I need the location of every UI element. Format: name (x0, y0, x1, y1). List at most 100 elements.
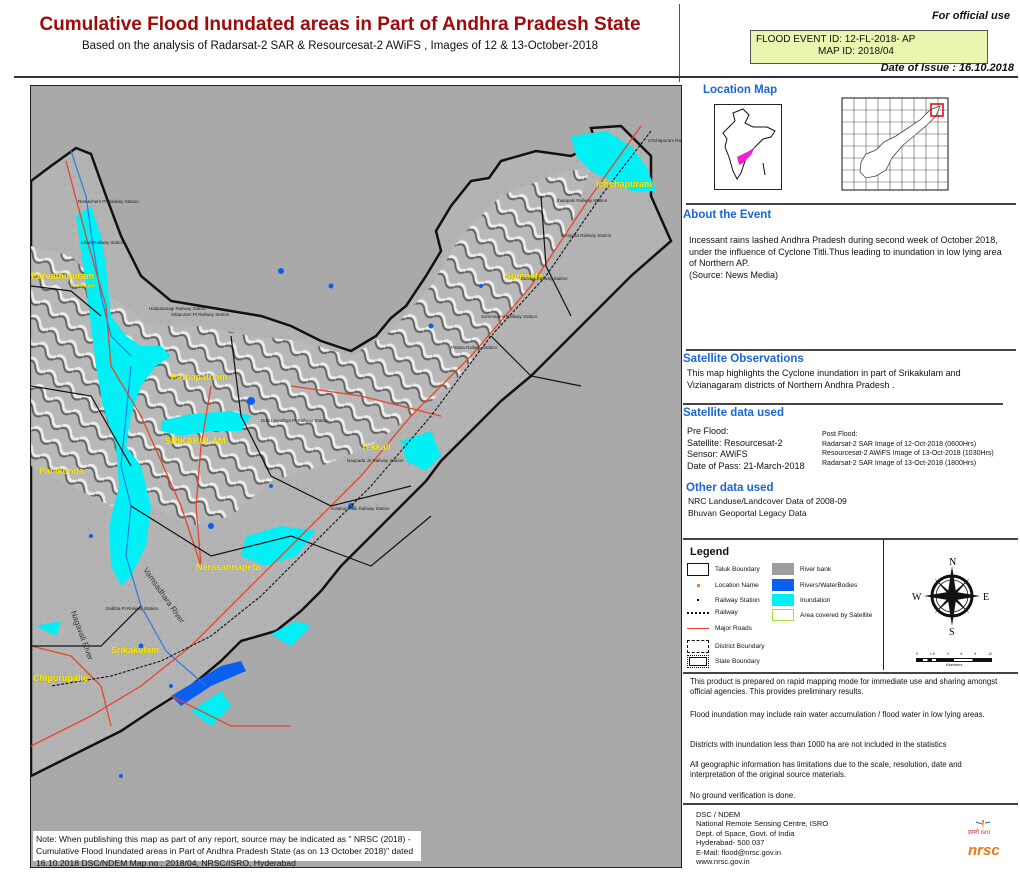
label-srikakulam-district: SRIKAKULAM (165, 436, 226, 446)
citation-note: Note: When publishing this map as part o… (33, 831, 421, 867)
india-locator-map (714, 104, 782, 190)
disclaimer-3: Districts with inundation less than 1000… (690, 740, 947, 749)
contact-email[interactable]: E-Mail: flood@nrsc.gov.in (696, 848, 828, 857)
flood-map[interactable]: Ichchapuram Parvathipuram Sompeta Pathap… (30, 85, 682, 868)
about-event-text: Incessant rains lashed Andhra Pradesh du… (689, 235, 1002, 268)
scale-bar-graphic (916, 658, 992, 662)
legend-railway-station: Railway Station (687, 594, 760, 606)
rail-station-label: Dabbla Pt Railway Station (106, 606, 159, 611)
label-kasibugga: Kasibugga (71, 283, 95, 289)
legend-location-name: Location Name (687, 579, 759, 591)
label-chipurupalle: Chipurupalle (33, 673, 89, 683)
contact-line: Dept. of Space, Govt. of India (696, 828, 795, 838)
pre-flood-block: Pre Flood: Satellite: Resourcesat-2 Sens… (687, 426, 805, 472)
road-symbol (687, 628, 709, 629)
legend-district-boundary: District Boundary (687, 640, 765, 653)
about-event-heading: About the Event (683, 209, 772, 221)
ap-locator-map (836, 92, 954, 196)
state-boundary-symbol (687, 655, 709, 668)
post-flood-image-3: Radarsat-2 SAR Image of 13-Oct-2018 (180… (822, 459, 977, 467)
rail-station-label: Ramachem Pt Railway Station (78, 199, 139, 204)
taluk-boundary-symbol (687, 563, 709, 576)
legend-satellite-area: Area covered by Satellite (772, 609, 872, 621)
divider (683, 803, 1018, 805)
compass-s: S (949, 627, 955, 636)
pre-flood-date: Date of Pass: 21-March-2018 (687, 460, 805, 471)
post-flood-label: Post Flood: (822, 431, 858, 438)
official-use-label: For official use (931, 10, 1010, 22)
legend-title: Legend (690, 546, 730, 558)
label-ichchapuram: Ichchapuram (596, 179, 653, 189)
event-id-box: FLOOD EVENT ID: 12-FL-2018- AP MAP ID: 2… (750, 30, 988, 64)
satellite-area-swatch (772, 609, 794, 621)
scale-tick: 12 (988, 652, 992, 656)
other-data-heading: Other data used (686, 482, 774, 494)
rail-station-label: Hatipatanagi Railway Station (149, 306, 207, 311)
divider (686, 203, 1016, 205)
satellite-data-heading: Satellite data used (683, 407, 784, 419)
post-flood-image-2: Resourcesat-2 AWiFS Image of 13-Oct-2018… (822, 450, 994, 457)
rail-station-label: Sompeta Railway Station (561, 233, 612, 238)
legend-rivers-waterbodies: Rivers/WaterBodies (772, 579, 857, 591)
legend-railway: Railway (687, 609, 738, 616)
rail-station-label: Sitapuram Pt Railway Station (171, 312, 230, 317)
rail-station-label: Baruva Railway Station (521, 276, 568, 281)
rail-station-label: Ichchapuram Railway Station (648, 138, 682, 143)
isro-logo-text: इसरो isro (968, 830, 991, 836)
map-subtitle: Based on the analysis of Radarsat-2 SAR … (81, 40, 599, 52)
pre-flood-label: Pre Flood: (687, 426, 729, 436)
location-dot-icon (687, 579, 709, 591)
contact-line: DSC / NDEM (696, 810, 741, 819)
railway-symbol (687, 611, 709, 614)
post-flood-image-1: Radarsat-2 SAR Image of 12-Oct-2018 (060… (822, 440, 977, 448)
rail-station-label: Naupada Jn Railway Station (347, 458, 404, 463)
label-pathapatnam: Pathapatnam (171, 372, 228, 382)
divider (686, 349, 1016, 351)
contact-line: Hyderabad- 500 037 (696, 838, 765, 848)
legend-inundation: Inundation (772, 594, 830, 606)
north-arrow-compass: N S W E (912, 556, 992, 638)
header-divider (14, 76, 1018, 78)
district-boundary-symbol (687, 640, 709, 653)
contact-website[interactable]: www.nrsc.gov.in (696, 857, 828, 866)
disclaimer-2: Flood inundation may include rain water … (690, 710, 985, 719)
label-srikakulam: Srikakulam (111, 645, 160, 655)
river-bank-swatch (772, 563, 794, 575)
legend-label: Railway (715, 609, 738, 616)
disclaimer-1: This product is prepared on rapid mappin… (690, 677, 998, 696)
legend-label: River bank (800, 565, 832, 573)
legend-label: State Boundary (715, 658, 760, 665)
legend-state-boundary: State Boundary (687, 655, 760, 668)
pre-flood-satellite: Satellite: Resourcesat-2 (687, 437, 783, 448)
rail-station-label: Lihuri Railway Station (81, 240, 125, 245)
pre-flood-sensor: Sensor: AWiFS (687, 449, 748, 459)
compass-n: N (949, 557, 956, 568)
legend-label: Location Name (715, 581, 759, 589)
other-data-list: NRC Landuse/Landcover Data of 2008-09 Bh… (688, 496, 847, 519)
compass-e: E (983, 592, 989, 603)
legend-label: Taluk Boundary (715, 566, 760, 573)
other-data-item: NRC Landuse/Landcover Data of 2008-09 (688, 496, 847, 506)
satellite-observations-text: This map highlights the Cyclone inundati… (687, 368, 961, 390)
scale-bar: 0 1.5 3 6 9 12 Kilometers (916, 652, 992, 670)
station-dot-icon (687, 594, 709, 606)
scale-tick: 0 (916, 652, 918, 656)
date-of-issue: Date of Issue : 16.10.2018 (880, 62, 1014, 74)
other-data-item: Bhuvan Geoportal Legacy Data (688, 507, 807, 518)
contact-block: DSC / NDEM National Remote Sensing Centr… (696, 810, 828, 866)
divider (683, 403, 1003, 405)
disclaimer-4: All geographic information has limitatio… (690, 760, 962, 779)
contact-line: National Remote Sensing Centre, ISRO (696, 819, 829, 829)
scale-tick: 9 (974, 652, 977, 656)
divider (683, 538, 1018, 540)
scale-unit: Kilometers (945, 663, 963, 667)
legend-label: Inundation (800, 596, 831, 604)
label-palakonda: Palakonda (39, 466, 85, 476)
post-flood-block: Post Flood: Radarsat-2 SAR Image of 12-O… (822, 430, 994, 468)
water-swatch (772, 579, 794, 591)
label-parvathipuram: Parvathipuram (31, 271, 95, 281)
location-map-heading: Location Map (703, 84, 778, 96)
legend-divider (883, 540, 884, 670)
map-title: Cumulative Flood Inundated areas in Part… (39, 14, 641, 35)
scale-tick: 6 (960, 652, 963, 656)
